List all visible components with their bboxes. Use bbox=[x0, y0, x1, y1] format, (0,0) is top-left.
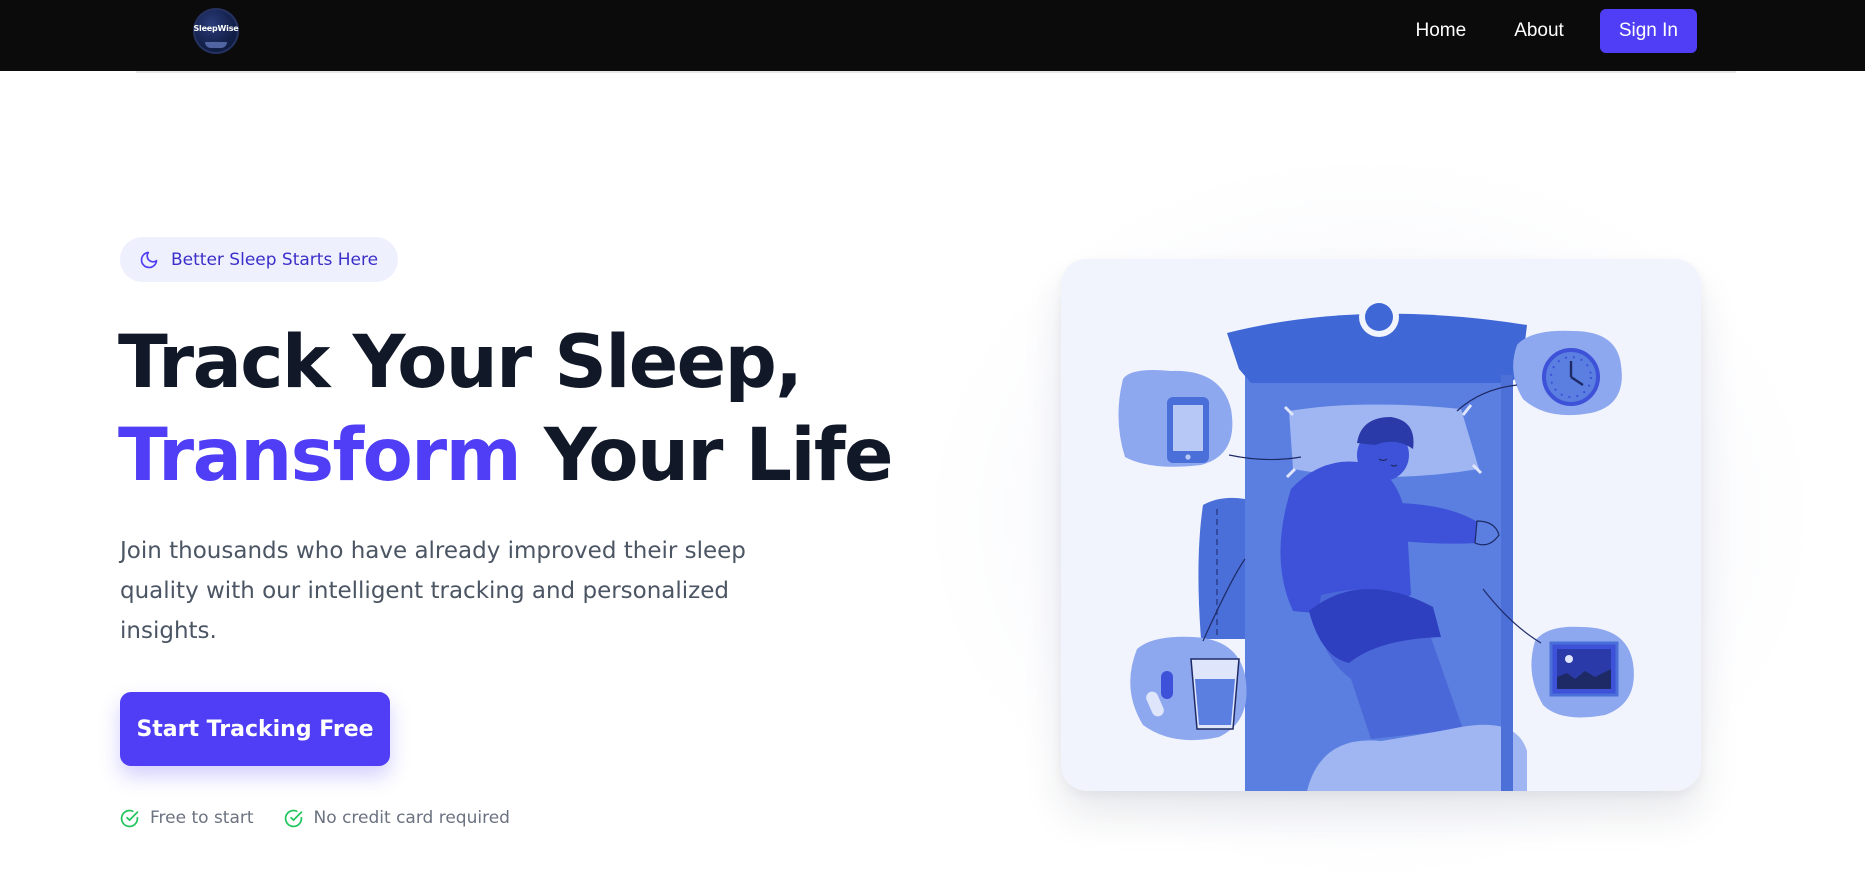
clock-icon bbox=[1542, 348, 1600, 406]
night-window-icon bbox=[1549, 641, 1619, 697]
sign-in-button[interactable]: Sign In bbox=[1599, 9, 1697, 53]
perk-item: No credit card required bbox=[284, 808, 510, 828]
sleepwise-logo[interactable]: SleepWise bbox=[193, 8, 239, 54]
nav-link-home[interactable]: Home bbox=[1392, 9, 1491, 53]
headline-accent-word: Transform bbox=[118, 413, 522, 498]
headline-line-2-rest: Your Life bbox=[520, 413, 894, 498]
perk-item: Free to start bbox=[120, 808, 254, 828]
navbar: SleepWise Home About Sign In bbox=[0, 0, 1865, 71]
hero-perks: Free to start No credit card required bbox=[120, 808, 510, 828]
check-circle-icon bbox=[284, 809, 303, 828]
hero-subtext: Join thousands who have already improved… bbox=[120, 538, 746, 644]
headline-line-1: Track Your Sleep, bbox=[118, 320, 803, 405]
hero-badge-label: Better Sleep Starts Here bbox=[171, 249, 379, 270]
hero-badge: Better Sleep Starts Here bbox=[120, 237, 399, 282]
start-tracking-button[interactable]: Start Tracking Free bbox=[120, 692, 390, 766]
perk-label: No credit card required bbox=[313, 808, 510, 828]
nav-link-about[interactable]: About bbox=[1490, 9, 1588, 53]
check-circle-icon bbox=[120, 809, 139, 828]
logo-moon-graphic bbox=[205, 42, 227, 48]
nav-links: Home About Sign In bbox=[1392, 9, 1697, 53]
sleep-illustration-card bbox=[1061, 259, 1701, 791]
phone-icon bbox=[1167, 397, 1209, 463]
hero-headline: Track Your Sleep, Transform Your Life bbox=[118, 316, 894, 502]
logo-text: SleepWise bbox=[193, 23, 239, 33]
moon-icon bbox=[139, 250, 159, 270]
sleeping-person-illustration bbox=[1118, 297, 1634, 791]
nav-divider bbox=[136, 71, 1736, 73]
perk-label: Free to start bbox=[150, 808, 254, 828]
water-glass-icon bbox=[1190, 658, 1240, 730]
